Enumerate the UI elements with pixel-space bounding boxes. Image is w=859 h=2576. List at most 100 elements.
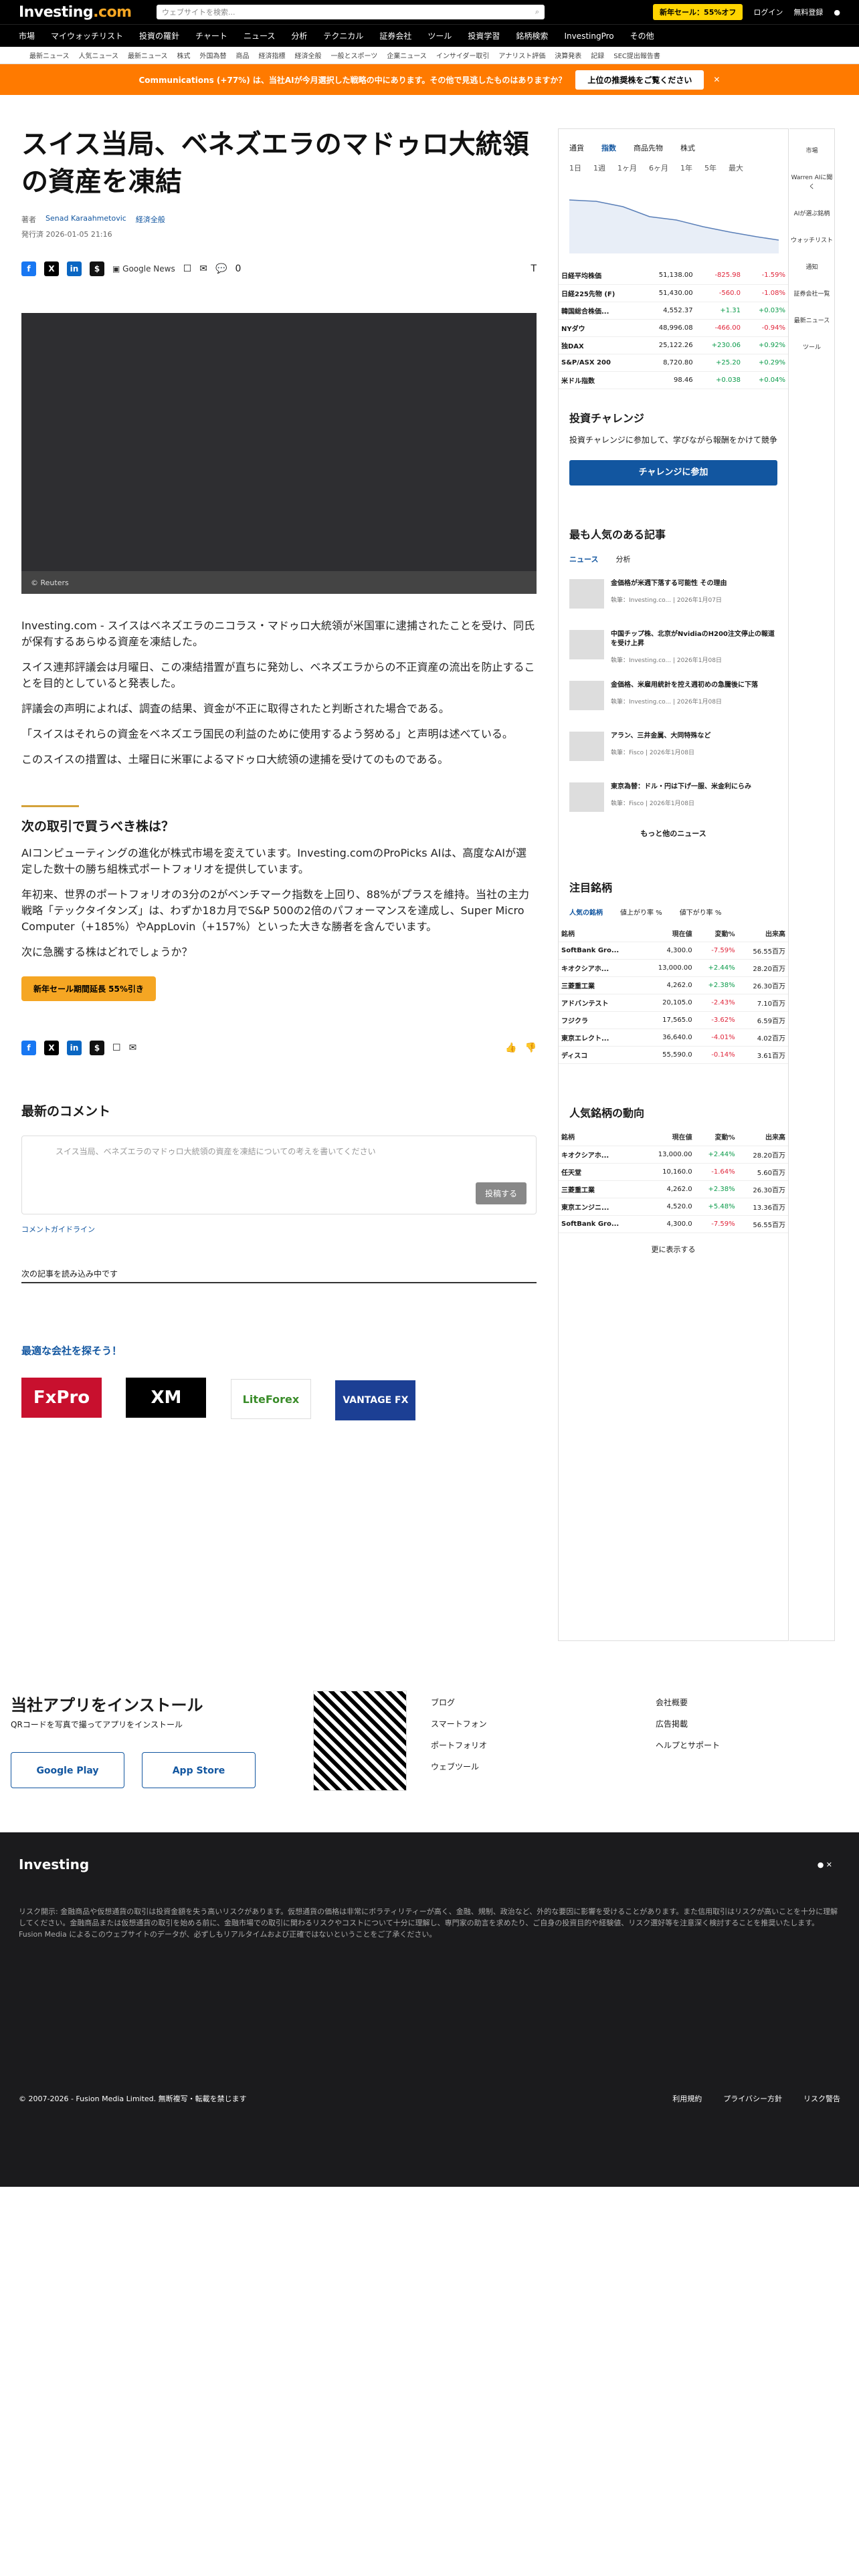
table-row[interactable]: NYダウ 48,996.08 -466.00 -0.94% bbox=[559, 319, 788, 337]
news-item[interactable]: 中国チップ株、北京がNvidiaのH200注文停止の報道を受け上昇 執筆：Inve… bbox=[569, 625, 777, 675]
nav-item[interactable]: その他 bbox=[630, 30, 654, 41]
nav-item[interactable]: ニュース bbox=[244, 30, 275, 41]
subnav-item[interactable]: 企業ニュース bbox=[387, 50, 427, 60]
challenge-button[interactable]: チャレンジに参加 bbox=[569, 459, 777, 486]
table-row[interactable]: キオクシアホ... 13,000.00 +2.44% 28.20百万 bbox=[559, 959, 788, 977]
show-more-link[interactable]: 更に表示する bbox=[559, 1244, 788, 1255]
subnav-item[interactable]: 最新ニュース bbox=[128, 50, 168, 60]
subnav-item[interactable]: 最新ニュース bbox=[29, 50, 70, 60]
author-link[interactable]: Senad Karaahmetovic bbox=[45, 214, 126, 225]
rail-item[interactable]: 最新ニュース bbox=[789, 316, 834, 326]
timeframe[interactable]: 6ヶ月 bbox=[649, 163, 668, 173]
table-row[interactable]: フジクラ 17,565.0 -3.62% 6.59百万 bbox=[559, 1011, 788, 1029]
nav-item[interactable]: 市場 bbox=[19, 30, 35, 41]
table-row[interactable]: 東京エレクト... 36,640.0 -4.01% 4.02百万 bbox=[559, 1029, 788, 1047]
facebook-icon[interactable]: f bbox=[21, 1041, 36, 1055]
footer-link[interactable]: 広告掲載 bbox=[656, 1713, 720, 1735]
nav-item[interactable]: 証券会社 bbox=[379, 30, 411, 41]
rail-item[interactable]: ウォッチリスト bbox=[789, 236, 834, 245]
rail-item[interactable]: 通知 bbox=[789, 263, 834, 272]
footer-link[interactable]: 会社概要 bbox=[656, 1692, 720, 1713]
nav-item[interactable]: 分析 bbox=[291, 30, 307, 41]
footer-link[interactable]: ポートフォリオ bbox=[431, 1735, 487, 1756]
broker-logo[interactable]: LiteForex bbox=[230, 1379, 311, 1419]
comment-guidelines-link[interactable]: コメントガイドライン bbox=[21, 1224, 537, 1235]
linkedin-icon[interactable]: in bbox=[67, 1041, 82, 1055]
mail-icon[interactable]: ✉ bbox=[199, 263, 207, 274]
nav-item[interactable]: テクニカル bbox=[323, 30, 363, 41]
flag-icon[interactable]: ● bbox=[834, 8, 840, 17]
nav-item[interactable]: 投資の羅針 bbox=[139, 30, 179, 41]
facebook-icon[interactable]: f bbox=[21, 261, 36, 276]
watch-tab[interactable]: 人気の銘柄 bbox=[569, 907, 603, 917]
table-row[interactable]: 三菱重工業 4,262.0 +2.38% 26.30百万 bbox=[559, 976, 788, 994]
table-row[interactable]: 日経平均株価 51,138.00 -825.98 -1.59% bbox=[559, 267, 788, 285]
broker-logo[interactable]: VANTAGE FX bbox=[335, 1380, 416, 1420]
stocktwits-icon[interactable]: $ bbox=[90, 261, 104, 276]
more-news-link[interactable]: もっと他のニュース bbox=[559, 828, 788, 839]
thumbs-down-icon[interactable]: 👎 bbox=[525, 1043, 537, 1053]
font-size-icon[interactable]: T bbox=[531, 263, 537, 274]
footer-link[interactable]: リスク警告 bbox=[803, 2093, 840, 2105]
subnav-item[interactable]: 経済全般 bbox=[295, 50, 322, 60]
bookmark-icon[interactable]: ☐ bbox=[112, 1043, 121, 1053]
x-icon[interactable]: X bbox=[44, 261, 59, 276]
subnav-item[interactable]: 記録 bbox=[591, 50, 604, 60]
watch-tab[interactable]: 値上がり率 % bbox=[620, 907, 662, 917]
promo-cta-button[interactable]: 新年セール期間延長 55%引き bbox=[21, 976, 156, 1001]
stocktwits-icon[interactable]: $ bbox=[90, 1041, 104, 1055]
subnav-item[interactable]: 経済指標 bbox=[259, 50, 286, 60]
news-item[interactable]: 金価格が米週下落する可能性 その理由 執筆：Investing.co... | 2… bbox=[569, 574, 777, 625]
search-input[interactable]: ウェブサイトを検索... ⌕ bbox=[157, 5, 545, 19]
footer-link[interactable]: ウェブツール bbox=[431, 1756, 487, 1778]
subnav-item[interactable]: 人気ニュース bbox=[79, 50, 119, 60]
nav-item[interactable]: ツール bbox=[427, 30, 452, 41]
nav-item[interactable]: チャート bbox=[195, 30, 227, 41]
market-tab[interactable]: 通貨 bbox=[569, 142, 584, 153]
table-row[interactable]: SoftBank Gro... 4,300.0 -7.59% 56.55百万 bbox=[559, 1215, 788, 1233]
post-button[interactable]: 投稿する bbox=[475, 1182, 527, 1204]
sale-button[interactable]: 新年セール：55%オフ bbox=[653, 4, 743, 20]
rail-item[interactable]: 証券会社一覧 bbox=[789, 290, 834, 299]
table-row[interactable]: キオクシアホ... 13,000.00 +2.44% 28.20百万 bbox=[559, 1146, 788, 1164]
table-row[interactable]: 韓国総合株価... 4,552.37 +1.31 +0.03% bbox=[559, 302, 788, 320]
market-chart[interactable] bbox=[569, 180, 779, 253]
social-icons[interactable]: ● ✕ bbox=[818, 1859, 832, 1870]
market-tab[interactable]: 株式 bbox=[680, 142, 695, 153]
nav-item[interactable]: 銘柄検索 bbox=[516, 30, 548, 41]
subnav-item[interactable]: 株式 bbox=[177, 50, 191, 60]
nav-item[interactable]: マイウォッチリスト bbox=[51, 30, 123, 41]
table-row[interactable]: 東京エンジニ... 4,520.0 +5.48% 13.36百万 bbox=[559, 1198, 788, 1216]
popular-tab[interactable]: ニュース bbox=[569, 554, 598, 564]
subnav-item[interactable]: 外国為替 bbox=[200, 50, 227, 60]
timeframe[interactable]: 1ヶ月 bbox=[617, 163, 637, 173]
x-icon[interactable]: X bbox=[44, 1041, 59, 1055]
bookmark-icon[interactable]: ☐ bbox=[183, 263, 192, 274]
subnav-item[interactable]: SEC提出報告書 bbox=[613, 50, 660, 60]
close-icon[interactable]: ✕ bbox=[713, 75, 720, 84]
rail-item[interactable]: ツール bbox=[789, 343, 834, 352]
table-row[interactable]: 日経225先物 (F) 51,430.00 -560.0 -1.08% bbox=[559, 284, 788, 302]
linkedin-icon[interactable]: in bbox=[67, 261, 82, 276]
subnav-item[interactable]: 一般とスポーツ bbox=[331, 50, 378, 60]
timeframe[interactable]: 1週 bbox=[593, 163, 605, 173]
market-tab[interactable]: 指数 bbox=[601, 142, 616, 153]
subnav-item[interactable]: アナリスト評価 bbox=[498, 50, 545, 60]
subnav-item[interactable]: インサイダー取引 bbox=[436, 50, 490, 60]
table-row[interactable]: 米ドル指数 98.46 +0.038 +0.04% bbox=[559, 371, 788, 389]
footer-link[interactable]: プライバシー方針 bbox=[723, 2093, 782, 2105]
broker-logo[interactable]: FxPro bbox=[21, 1378, 102, 1418]
site-logo[interactable]: Investing.com bbox=[19, 4, 146, 21]
google-play-button[interactable]: Google Play bbox=[11, 1752, 124, 1788]
register-link[interactable]: 無料登録 bbox=[793, 7, 823, 17]
nav-item[interactable]: 投資学習 bbox=[468, 30, 500, 41]
broker-logo[interactable]: XM bbox=[126, 1378, 207, 1418]
subnav-item[interactable]: 商品 bbox=[236, 50, 250, 60]
timeframe[interactable]: 5年 bbox=[704, 163, 717, 173]
news-item[interactable]: 金価格、米雇用統計を控え週初めの急騰後に下落 執筆：Investing.co...… bbox=[569, 675, 777, 726]
table-row[interactable]: アドバンテスト 20,105.0 -2.43% 7.10百万 bbox=[559, 994, 788, 1012]
footer-link[interactable]: ブログ bbox=[431, 1692, 487, 1713]
comment-box[interactable]: スイス当局、ベネズエラのマドゥロ大統領の資産を凍結についての考えを書いてください… bbox=[21, 1136, 537, 1214]
category-link[interactable]: 経済全般 bbox=[136, 214, 165, 225]
thumbs-up-icon[interactable]: 👍 bbox=[505, 1043, 516, 1053]
